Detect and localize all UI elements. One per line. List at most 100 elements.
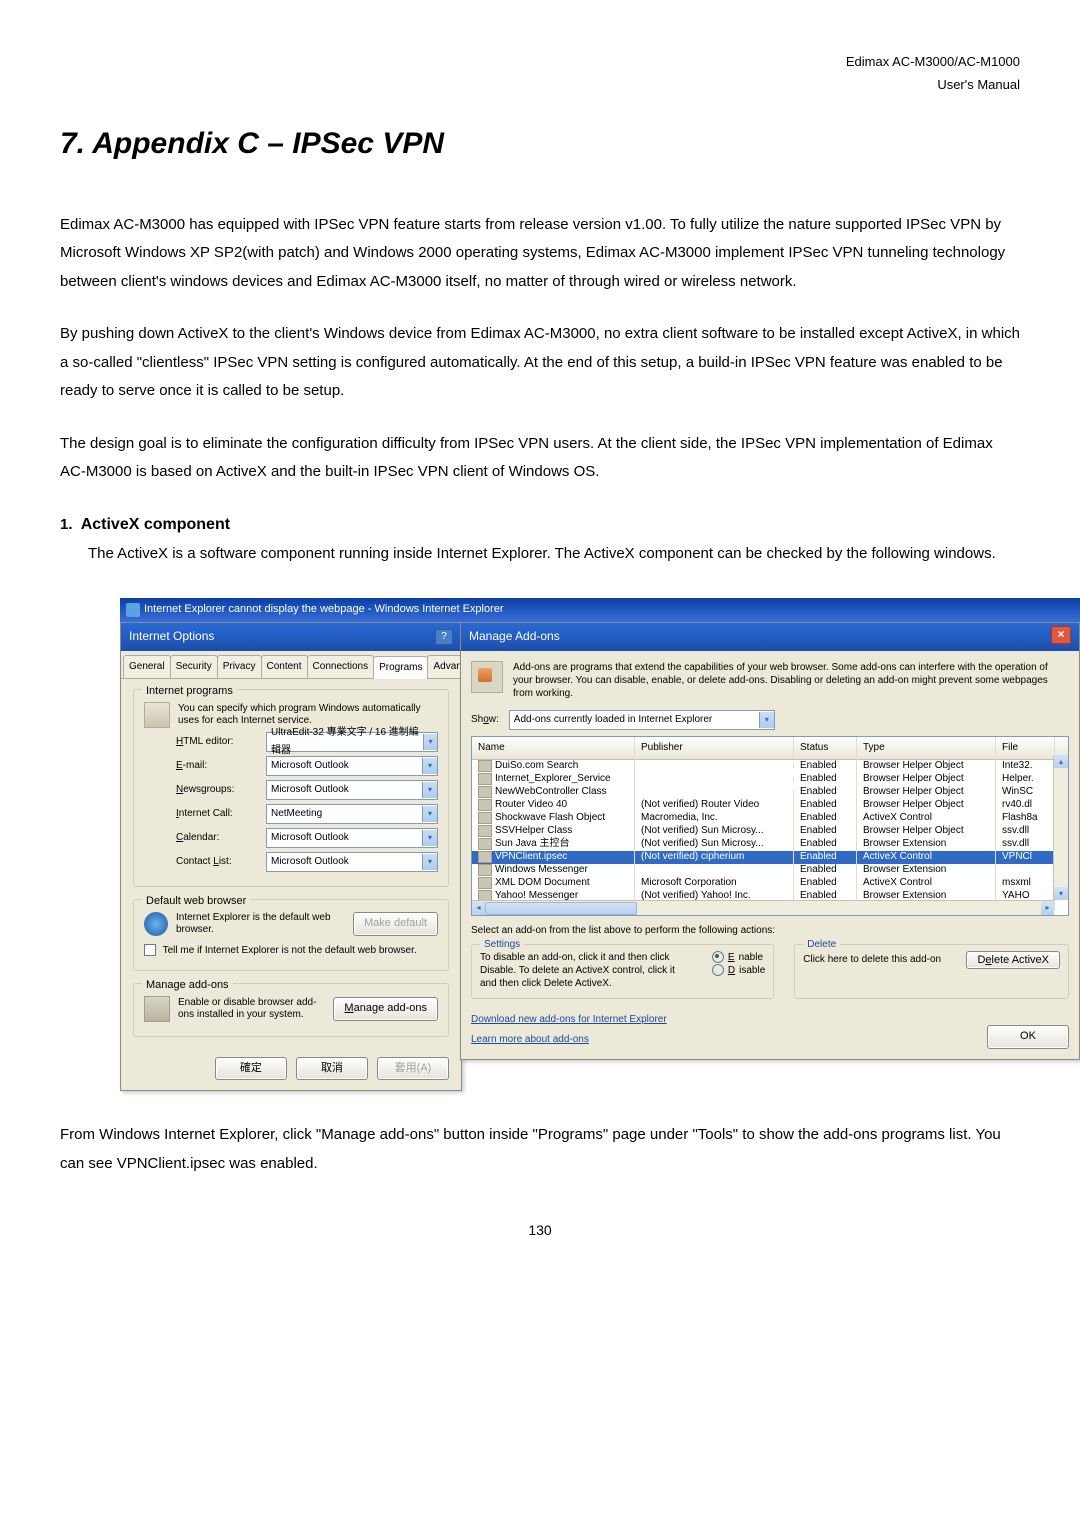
apply-button: 套用(A): [377, 1057, 449, 1081]
db-legend: Default web browser: [142, 892, 250, 912]
section1-body: The ActiveX is a software component runn…: [88, 540, 1020, 569]
programs-icon: [144, 702, 170, 728]
hscroll-thumb[interactable]: [485, 902, 637, 915]
io-tabs: General Security Privacy Content Connect…: [121, 651, 461, 679]
chevron-down-icon[interactable]: ▾: [422, 806, 437, 822]
tab-connections[interactable]: Connections: [307, 655, 375, 678]
program-label: HTML editor:: [176, 733, 258, 751]
section1-title: ActiveX component: [81, 516, 230, 533]
program-label: Calendar:: [176, 829, 258, 847]
learn-more-link[interactable]: Learn more about add-ons: [471, 1031, 667, 1049]
delete-legend: Delete: [803, 938, 840, 951]
plugin-icon: [471, 661, 503, 693]
paragraph-1: Edimax AC-M3000 has equipped with IPSec …: [60, 211, 1020, 297]
show-dropdown[interactable]: Add-ons currently loaded in Internet Exp…: [509, 710, 775, 730]
paragraph-3: The design goal is to eliminate the conf…: [60, 430, 1020, 487]
manage-addons-dialog: Manage Add-ons × Add-ons are programs th…: [460, 622, 1080, 1060]
ma-titlebar: Manage Add-ons ×: [461, 623, 1079, 651]
manage-addons-group: Manage add-ons Enable or disable browser…: [133, 983, 449, 1037]
ma-description: Add-ons are programs that extend the cap…: [513, 661, 1069, 700]
addons-list[interactable]: Name Publisher Status Type File DuiSo.co…: [471, 736, 1069, 916]
tab-privacy[interactable]: Privacy: [217, 655, 262, 678]
scroll-down-icon[interactable]: ▾: [1054, 887, 1068, 900]
program-value: Microsoft Outlook: [271, 781, 349, 799]
closing-paragraph: From Windows Internet Explorer, click "M…: [60, 1121, 1020, 1178]
paragraph-2: By pushing down ActiveX to the client's …: [60, 320, 1020, 406]
close-icon[interactable]: ×: [1051, 626, 1071, 644]
ma-ok-button[interactable]: OK: [987, 1025, 1069, 1049]
ie-icon: [144, 912, 168, 936]
disable-radio[interactable]: Disable: [712, 964, 765, 977]
ie-favicon-icon: [126, 603, 140, 617]
io-titlebar: Internet Options ?: [121, 623, 461, 651]
delete-activex-button[interactable]: Delete ActiveX: [966, 951, 1060, 969]
product-name: Edimax AC-M3000/AC-M1000: [846, 54, 1020, 69]
tab-programs[interactable]: Programs: [373, 656, 428, 679]
vertical-scrollbar[interactable]: ▴ ▾: [1053, 755, 1068, 900]
enable-radio[interactable]: Enable: [712, 951, 765, 964]
doc-header: Edimax AC-M3000/AC-M1000 User's Manual: [60, 50, 1020, 97]
tab-general[interactable]: General: [123, 655, 171, 678]
chevron-down-icon[interactable]: ▾: [422, 758, 437, 774]
page-title: 7. Appendix C – IPSec VPN: [60, 117, 1020, 171]
section1-number: 1.: [60, 516, 73, 533]
chevron-down-icon[interactable]: ▾: [423, 734, 437, 750]
ok-button[interactable]: 確定: [215, 1057, 287, 1081]
manage-addons-button[interactable]: Manage add-ons: [333, 997, 438, 1021]
show-label: Show:: [471, 711, 499, 729]
ip-legend: Internet programs: [142, 682, 237, 702]
db-text: Internet Explorer is the default web bro…: [176, 912, 345, 936]
manual-label: User's Manual: [937, 77, 1020, 92]
scroll-up-icon[interactable]: ▴: [1054, 755, 1068, 768]
ie-titlebar: Internet Explorer cannot display the web…: [120, 598, 1080, 622]
cancel-button[interactable]: 取消: [296, 1057, 368, 1081]
program-dropdown[interactable]: UltraEdit-32 專業文字 / 16 進制編輯器▾: [266, 732, 438, 752]
ma-title-text: Manage Add-ons: [469, 626, 560, 648]
program-value: Microsoft Outlook: [271, 757, 349, 775]
settings-text: To disable an add-on, click it and then …: [480, 951, 692, 990]
program-dropdown[interactable]: Microsoft Outlook ▾: [266, 828, 438, 848]
program-label: Contact List:: [176, 853, 258, 871]
internet-programs-group: Internet programs You can specify which …: [133, 689, 449, 887]
program-label: Newsgroups:: [176, 781, 258, 799]
tab-security[interactable]: Security: [170, 655, 218, 678]
chevron-down-icon[interactable]: ▾: [759, 712, 774, 728]
program-row: Calendar: Microsoft Outlook ▾: [176, 828, 438, 848]
ma-text: Enable or disable browser add-ons instal…: [178, 997, 325, 1021]
program-row: HTML editor: UltraEdit-32 專業文字 / 16 進制編輯器…: [176, 732, 438, 752]
ma-legend: Manage add-ons: [142, 976, 233, 996]
program-value: Microsoft Outlook: [271, 829, 349, 847]
program-dropdown[interactable]: Microsoft Outlook ▾: [266, 780, 438, 800]
show-value: Add-ons currently loaded in Internet Exp…: [514, 711, 712, 729]
settings-group: Settings To disable an add-on, click it …: [471, 944, 774, 999]
program-row: Internet Call: NetMeeting▾: [176, 804, 438, 824]
program-dropdown[interactable]: Microsoft Outlook ▾: [266, 756, 438, 776]
program-dropdown[interactable]: NetMeeting▾: [266, 804, 438, 824]
program-row: Newsgroups: Microsoft Outlook ▾: [176, 780, 438, 800]
program-row: Contact List: Microsoft Outlook▾: [176, 852, 438, 872]
horizontal-scrollbar[interactable]: ◂ ▸: [472, 900, 1054, 915]
chevron-down-icon[interactable]: ▾: [422, 854, 437, 870]
scroll-left-icon[interactable]: ◂: [472, 901, 485, 915]
screenshot-figure: Internet Explorer cannot display the web…: [120, 598, 1080, 1091]
program-label: E-mail:: [176, 757, 258, 775]
internet-options-dialog: Internet Options ? General Security Priv…: [120, 622, 462, 1091]
tab-content[interactable]: Content: [261, 655, 308, 678]
settings-legend: Settings: [480, 938, 524, 951]
radio-on-icon: [712, 951, 724, 963]
io-title-text: Internet Options: [129, 626, 214, 648]
download-addons-link[interactable]: Download new add-ons for Internet Explor…: [471, 1011, 667, 1029]
col-publisher[interactable]: Publisher: [635, 737, 794, 759]
chevron-down-icon[interactable]: ▾: [422, 830, 437, 846]
default-browser-group: Default web browser Internet Explorer is…: [133, 899, 449, 971]
program-dropdown[interactable]: Microsoft Outlook▾: [266, 852, 438, 872]
addons-icon: [144, 996, 170, 1022]
chevron-down-icon[interactable]: ▾: [422, 782, 437, 798]
help-icon[interactable]: ?: [435, 629, 453, 645]
program-row: E-mail: Microsoft Outlook ▾: [176, 756, 438, 776]
tell-me-checkbox[interactable]: [144, 944, 156, 956]
scroll-right-icon[interactable]: ▸: [1041, 901, 1054, 915]
page-number: 130: [60, 1218, 1020, 1243]
program-label: Internet Call:: [176, 805, 258, 823]
make-default-button: Make default: [353, 912, 438, 936]
